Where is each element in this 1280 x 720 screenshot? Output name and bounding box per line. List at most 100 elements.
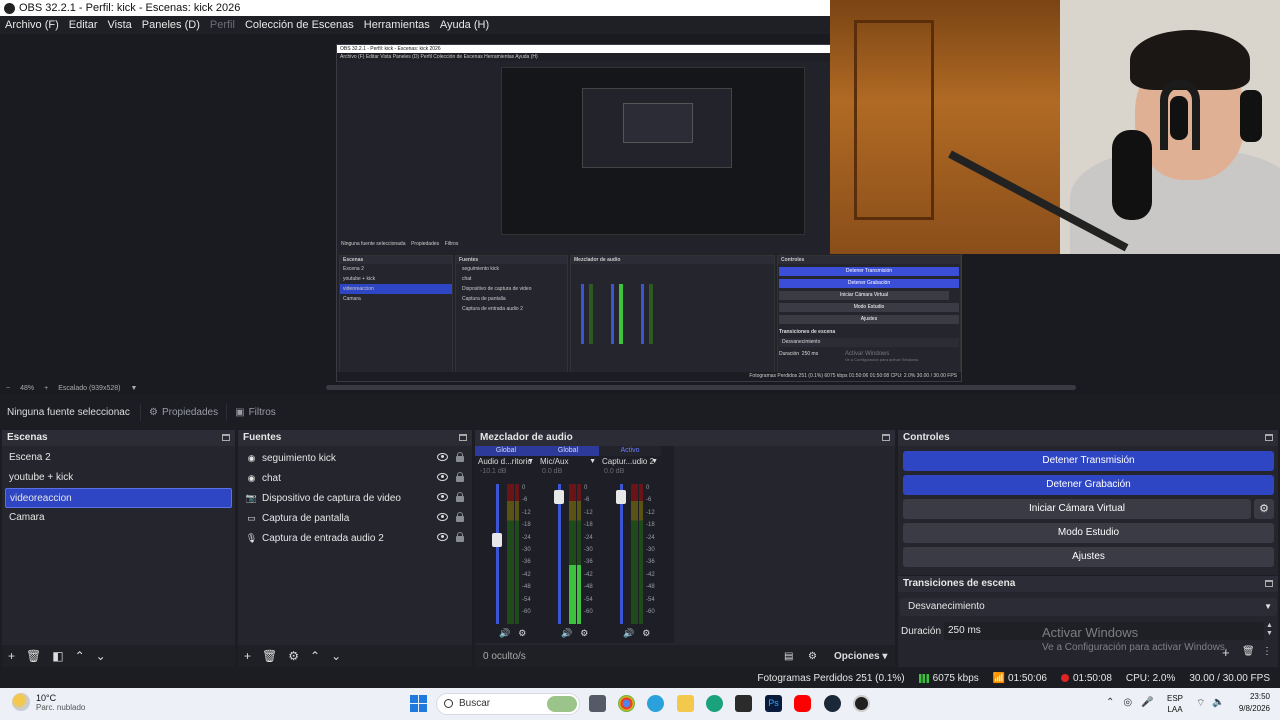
language-indicator[interactable]: ESP LAA [1167, 693, 1183, 715]
scene-item[interactable]: Camara [2, 508, 235, 528]
channel-config-icon[interactable]: ⚙ [642, 628, 650, 639]
windows-start-icon[interactable] [410, 695, 427, 712]
undock-icon[interactable] [1265, 434, 1273, 441]
volume-icon[interactable]: 🔈 [1212, 697, 1224, 710]
visibility-eye-icon[interactable] [437, 513, 448, 521]
menu-paneles[interactable]: Paneles (D) [137, 19, 205, 31]
visibility-eye-icon[interactable] [437, 473, 448, 481]
move-down-icon[interactable]: ⌄ [331, 649, 341, 663]
preview-horizontal-scrollbar[interactable] [326, 385, 1076, 390]
properties-button[interactable]: ⚙ Propiedades [140, 403, 226, 421]
transition-select[interactable]: Desvanecimiento ▼ [900, 598, 1277, 616]
fader-knob[interactable] [492, 533, 502, 547]
menu-ayuda[interactable]: Ayuda (H) [435, 19, 494, 31]
edge-icon[interactable] [706, 695, 723, 712]
channel-name[interactable]: Audio d...ritorio ▼ [475, 456, 537, 468]
undock-icon[interactable] [1265, 580, 1273, 587]
mixer-options-button[interactable]: Opciones ▾ [834, 651, 887, 662]
menu-perfil[interactable]: Perfil [205, 19, 240, 31]
remove-scene-icon[interactable]: 🗑 [26, 649, 41, 663]
channel-tag: Activo [599, 446, 661, 456]
stop-recording-button[interactable]: Detener Grabación [903, 475, 1274, 495]
add-scene-icon[interactable]: + [8, 649, 15, 663]
scale-dropdown-icon[interactable]: ▼ [130, 385, 137, 392]
move-down-icon[interactable]: ⌄ [96, 649, 106, 663]
youtube-icon[interactable] [794, 695, 811, 712]
stop-stream-button[interactable]: Detener Transmisión [903, 451, 1274, 471]
mic-tray-icon[interactable]: 🎤 [1141, 697, 1153, 708]
add-source-icon[interactable]: + [244, 649, 251, 663]
visibility-eye-icon[interactable] [437, 453, 448, 461]
scenes-dock: Escenas Escena 2 youtube + kick videorea… [2, 430, 235, 667]
speaker-icon[interactable]: 🔊 [499, 628, 510, 639]
filters-button[interactable]: ▣ Filtros [226, 403, 284, 421]
nested-sources-panel: Fuentes seguimiento kick chat Dispositiv… [455, 255, 568, 373]
start-virtual-camera-button[interactable]: Iniciar Cámara Virtual [903, 499, 1251, 519]
partly-cloudy-icon [12, 693, 30, 711]
zoom-in-button[interactable]: + [44, 385, 48, 392]
speaker-icon[interactable]: 🔊 [623, 628, 634, 639]
fader-knob[interactable] [554, 489, 564, 504]
obs-taskbar-icon[interactable] [853, 695, 870, 712]
weather-widget[interactable]: 10°C Parc. nublado [12, 693, 85, 712]
remove-source-icon[interactable]: 🗑 [262, 649, 277, 663]
source-item[interactable]: 📷 Dispositivo de captura de video [238, 488, 472, 508]
undock-icon[interactable] [882, 434, 890, 441]
scene-item-selected[interactable]: videoreaccion [5, 488, 232, 508]
virtual-camera-gear-icon[interactable]: ⚙ [1254, 499, 1274, 519]
speaker-icon[interactable]: 🔊 [561, 628, 572, 639]
chrome-icon[interactable] [618, 695, 635, 712]
move-up-icon[interactable]: ⌃ [310, 649, 320, 663]
channel-config-icon[interactable]: ⚙ [518, 628, 526, 639]
volume-fader[interactable] [496, 484, 499, 624]
studio-mode-button[interactable]: Modo Estudio [903, 523, 1274, 543]
lock-icon[interactable] [456, 512, 464, 522]
volume-fader[interactable] [558, 484, 561, 624]
menu-archivo[interactable]: Archivo (F) [0, 19, 64, 31]
scene-filters-icon[interactable]: ◧ [52, 649, 63, 663]
lock-icon[interactable] [456, 452, 464, 462]
source-item[interactable]: ◉ seguimiento kick [238, 448, 472, 468]
file-explorer-icon[interactable] [677, 695, 694, 712]
search-highlight-icon [547, 696, 577, 712]
gear-icon: ⚙ [149, 406, 158, 418]
volume-fader[interactable] [620, 484, 623, 624]
taskbar-search[interactable]: Buscar [436, 693, 580, 715]
nested-duration: Duración 250 ms [779, 351, 819, 357]
wifi-icon[interactable]: ⌔ [1196, 697, 1205, 710]
channel-name[interactable]: Captur...udio 2 ▼ [599, 456, 661, 468]
lock-icon[interactable] [456, 492, 464, 502]
source-item[interactable]: 🎙 Captura de entrada audio 2 [238, 528, 472, 548]
settings-button[interactable]: Ajustes [903, 547, 1274, 567]
menu-coleccion-escenas[interactable]: Colección de Escenas [240, 19, 359, 31]
channel-config-icon[interactable]: ⚙ [580, 628, 588, 639]
undock-icon[interactable] [459, 434, 467, 441]
menu-herramientas[interactable]: Herramientas [359, 19, 435, 31]
network-icon[interactable]: ◎ [1123, 697, 1132, 708]
fader-knob[interactable] [616, 489, 626, 504]
lock-icon[interactable] [456, 472, 464, 482]
telegram-icon[interactable] [647, 695, 664, 712]
menu-editar[interactable]: Editar [64, 19, 103, 31]
zoom-out-button[interactable]: − [6, 385, 10, 392]
store-icon[interactable] [735, 695, 752, 712]
lock-icon[interactable] [456, 532, 464, 542]
visibility-eye-icon[interactable] [437, 533, 448, 541]
advanced-audio-icon[interactable]: ⚙ [808, 651, 817, 662]
steam-icon[interactable] [824, 695, 841, 712]
chevron-up-icon[interactable]: ⌃ [1106, 697, 1114, 708]
scene-item[interactable]: Escena 2 [2, 448, 235, 468]
menu-vista[interactable]: Vista [103, 19, 137, 31]
clock[interactable]: 23:50 9/8/2026 [1239, 691, 1270, 715]
scene-item[interactable]: youtube + kick [2, 468, 235, 488]
source-properties-gear-icon[interactable]: ⚙ [288, 649, 299, 663]
visibility-eye-icon[interactable] [437, 493, 448, 501]
undock-icon[interactable] [222, 434, 230, 441]
task-view-icon[interactable] [589, 695, 606, 712]
move-up-icon[interactable]: ⌃ [75, 649, 85, 663]
source-item[interactable]: ◉ chat [238, 468, 472, 488]
layout-toggle-icon[interactable]: ▤ [784, 651, 793, 662]
source-item[interactable]: ▭ Captura de pantalla [238, 508, 472, 528]
photoshop-icon[interactable]: Ps [765, 695, 782, 712]
channel-name[interactable]: Mic/Aux ▼ [537, 456, 599, 468]
